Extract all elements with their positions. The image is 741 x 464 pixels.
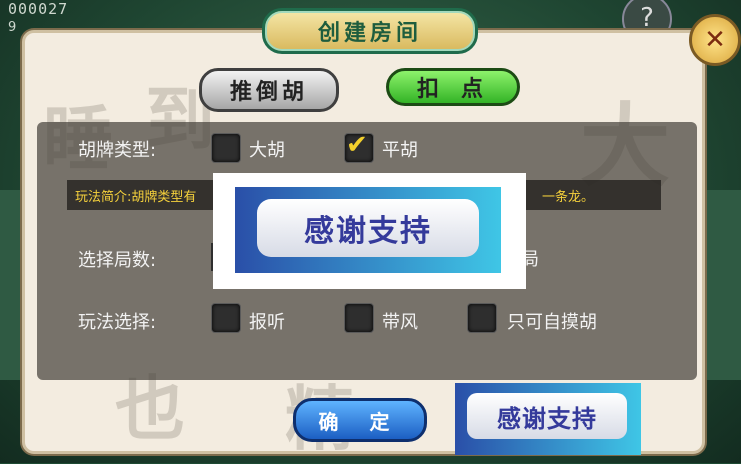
thanks-overlay-large: 感谢支持 xyxy=(213,173,526,289)
checkbox-daifeng[interactable] xyxy=(344,303,374,333)
tab-koudian[interactable]: 扣点 xyxy=(386,68,520,106)
room-sub: 9 xyxy=(8,20,17,35)
title-banner: 创建房间 xyxy=(262,8,478,54)
checkbox-zimo-only[interactable] xyxy=(467,303,497,333)
check-icon: ✔ xyxy=(346,130,368,160)
room-id: 000027 xyxy=(8,0,69,18)
thanks-overlay-text: 感谢支持 xyxy=(257,199,479,257)
checkbox-pinghu[interactable]: ✔ xyxy=(344,130,374,163)
confirm-button[interactable]: 确 定 xyxy=(293,398,427,442)
thanks-overlay-text-small: 感谢支持 xyxy=(467,393,627,439)
play-options-label: 玩法选择: xyxy=(78,312,157,333)
thanks-overlay-frame: 感谢支持 xyxy=(235,187,501,273)
checkbox-daifeng-label: 带风 xyxy=(382,312,418,333)
tab-tuidaohu[interactable]: 推倒胡 xyxy=(199,68,339,112)
rules-intro-text: 玩法简介:胡牌类型有 xyxy=(75,190,197,205)
rounds-label: 选择局数: xyxy=(78,250,157,271)
table-edge-right xyxy=(700,190,741,380)
checkbox-pinghu-label: 平胡 xyxy=(382,140,418,161)
checkbox-baoting[interactable] xyxy=(211,303,241,333)
close-icon[interactable]: ✕ xyxy=(689,14,741,66)
checkbox-dahu[interactable] xyxy=(211,133,241,163)
hu-type-label: 胡牌类型: xyxy=(78,140,157,161)
thanks-overlay-small: 感谢支持 xyxy=(455,383,641,455)
checkbox-zimo-only-label: 只可自摸胡 xyxy=(507,312,597,333)
table-edge-left xyxy=(0,190,22,380)
checkbox-dahu-label: 大胡 xyxy=(249,140,285,161)
page-title: 创建房间 xyxy=(317,20,422,46)
rules-intro-text-end: 一条龙。 xyxy=(542,190,595,205)
checkbox-baoting-label: 报听 xyxy=(249,312,285,333)
